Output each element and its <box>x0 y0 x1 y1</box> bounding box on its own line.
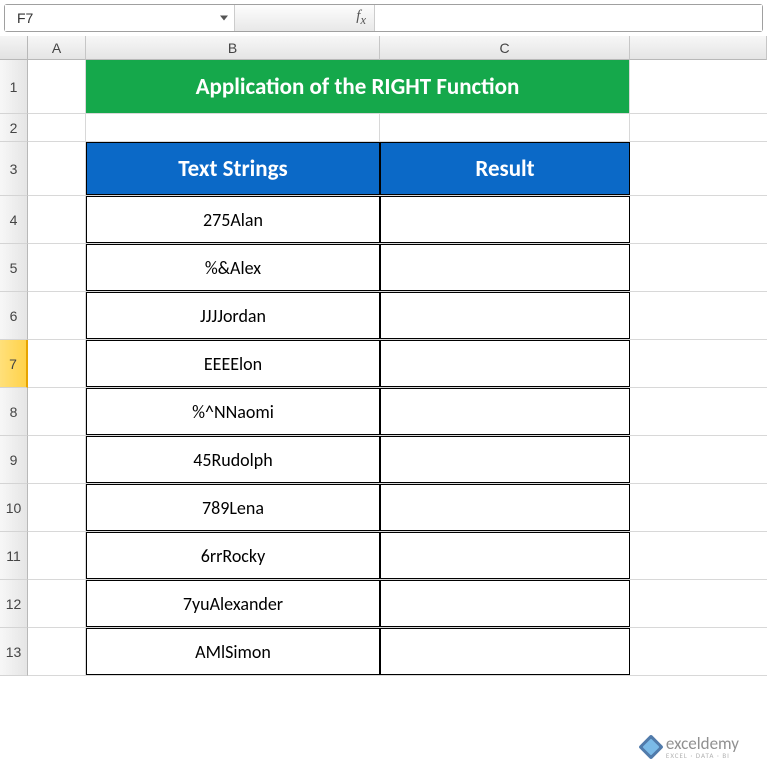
cell-result-5[interactable] <box>380 244 630 291</box>
column-header-b[interactable]: B <box>86 36 380 60</box>
left-gutter: 12345678910111213 <box>0 36 28 769</box>
row-header-5[interactable]: 5 <box>0 244 28 292</box>
grid: ABC Application of the RIGHT Function Tex… <box>28 36 767 769</box>
cell-text-8[interactable]: %^NNaomi <box>86 388 380 435</box>
row-header-2[interactable]: 2 <box>0 114 28 142</box>
cell-a12[interactable] <box>28 580 86 627</box>
watermark-text: exceldemy EXCEL · DATA · BI <box>666 735 739 759</box>
formula-input[interactable] <box>375 5 762 31</box>
row-header-11[interactable]: 11 <box>0 532 28 580</box>
cell-a5[interactable] <box>28 244 86 291</box>
sheet-area: 12345678910111213 ABC Application of the… <box>0 36 767 769</box>
cell-a7[interactable] <box>28 340 86 387</box>
watermark: exceldemy EXCEL · DATA · BI <box>642 735 739 759</box>
cell-text-9[interactable]: 45Rudolph <box>86 436 380 483</box>
formula-bar: F7 fx <box>4 4 763 32</box>
cell-result-7[interactable] <box>380 340 630 387</box>
cell-a9[interactable] <box>28 436 86 483</box>
row-header-13[interactable]: 13 <box>0 628 28 676</box>
cell-text-12[interactable]: 7yuAlexander <box>86 580 380 627</box>
cell-text-4[interactable]: 275Alan <box>86 196 380 243</box>
cell-text-5[interactable]: %&Alex <box>86 244 380 291</box>
cell-a11[interactable] <box>28 532 86 579</box>
cell-result-10[interactable] <box>380 484 630 531</box>
cell-result-12[interactable] <box>380 580 630 627</box>
cell-a13[interactable] <box>28 628 86 675</box>
row-header-1[interactable]: 1 <box>0 60 28 114</box>
name-box-value: F7 <box>17 10 33 26</box>
title-cell[interactable]: Application of the RIGHT Function <box>86 60 630 113</box>
cell-result-11[interactable] <box>380 532 630 579</box>
column-header-a[interactable]: A <box>28 36 86 60</box>
row-header-12[interactable]: 12 <box>0 580 28 628</box>
cell-a1[interactable] <box>28 60 86 113</box>
column-header-extra <box>630 36 767 60</box>
cell-text-13[interactable]: AMlSimon <box>86 628 380 675</box>
cell-a4[interactable] <box>28 196 86 243</box>
watermark-main: exceldemy <box>666 735 739 752</box>
row-header-10[interactable]: 10 <box>0 484 28 532</box>
cells-area[interactable]: Application of the RIGHT Function Text St… <box>28 60 767 676</box>
watermark-sub: EXCEL · DATA · BI <box>666 752 739 759</box>
cell-a2[interactable] <box>28 114 86 141</box>
header-result[interactable]: Result <box>380 142 630 195</box>
column-headers: ABC <box>28 36 767 60</box>
row-header-9[interactable]: 9 <box>0 436 28 484</box>
cell-a6[interactable] <box>28 292 86 339</box>
row-header-3[interactable]: 3 <box>0 142 28 196</box>
formula-buttons: fx <box>235 5 375 31</box>
name-box[interactable]: F7 <box>5 5 235 31</box>
cell-text-6[interactable]: JJJJordan <box>86 292 380 339</box>
row-headers: 12345678910111213 <box>0 60 28 676</box>
cell-text-10[interactable]: 789Lena <box>86 484 380 531</box>
cell-a8[interactable] <box>28 388 86 435</box>
cell-c2[interactable] <box>380 114 630 141</box>
row-header-8[interactable]: 8 <box>0 388 28 436</box>
header-text-strings[interactable]: Text Strings <box>86 142 380 195</box>
cell-a3[interactable] <box>28 142 86 195</box>
select-all-corner[interactable] <box>0 36 28 60</box>
watermark-icon <box>638 734 663 759</box>
cell-b2[interactable] <box>86 114 380 141</box>
cell-result-6[interactable] <box>380 292 630 339</box>
row-header-7[interactable]: 7 <box>0 340 28 388</box>
cell-a10[interactable] <box>28 484 86 531</box>
cell-result-8[interactable] <box>380 388 630 435</box>
cell-result-9[interactable] <box>380 436 630 483</box>
cell-text-7[interactable]: EEEElon <box>86 340 380 387</box>
row-header-4[interactable]: 4 <box>0 196 28 244</box>
fx-icon[interactable]: fx <box>356 8 366 28</box>
row-header-6[interactable]: 6 <box>0 292 28 340</box>
column-header-c[interactable]: C <box>380 36 630 60</box>
name-box-dropdown-icon[interactable] <box>220 16 228 21</box>
cell-result-13[interactable] <box>380 628 630 675</box>
cell-result-4[interactable] <box>380 196 630 243</box>
cell-text-11[interactable]: 6rrRocky <box>86 532 380 579</box>
